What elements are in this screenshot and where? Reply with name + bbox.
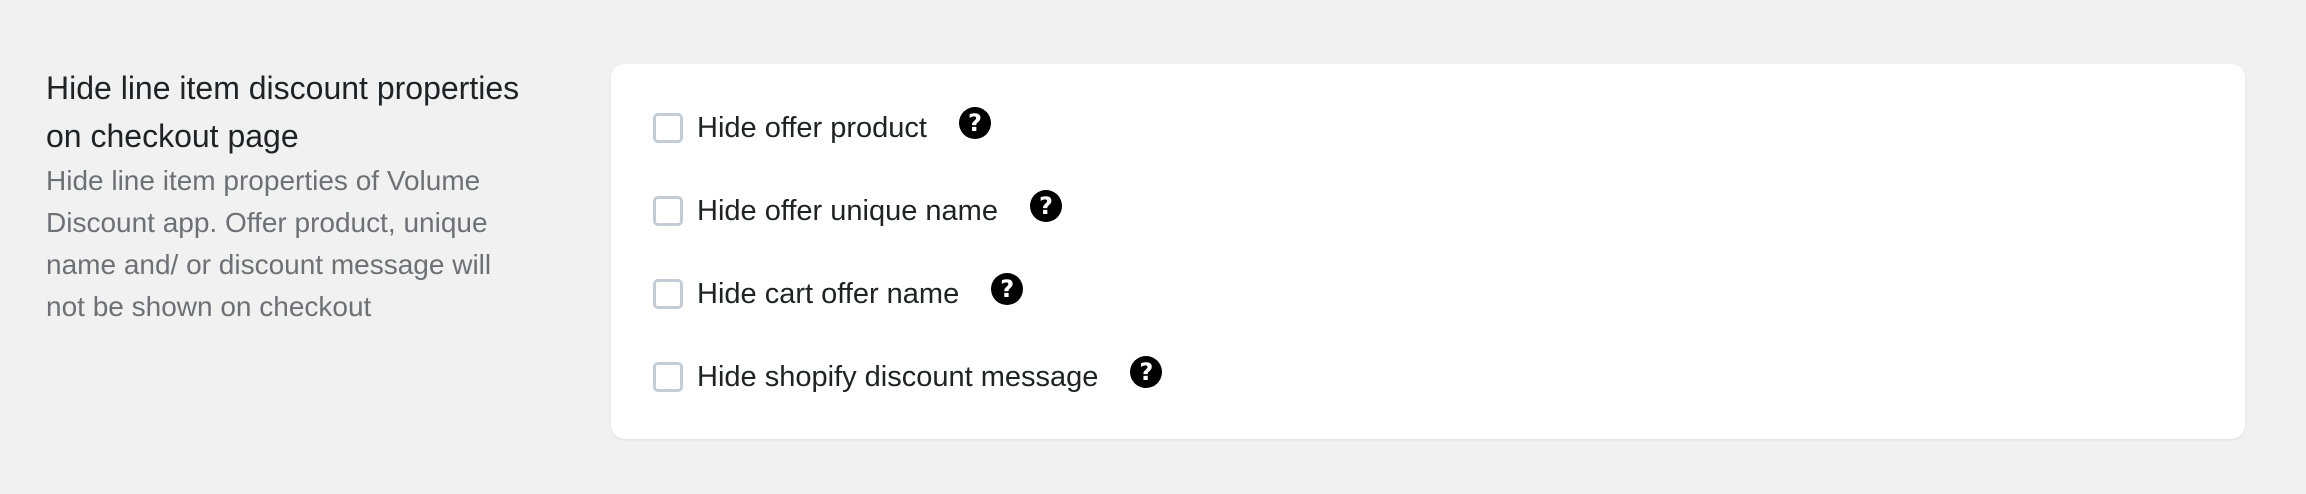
question-circle-icon[interactable]: ?: [1130, 356, 1163, 388]
section-description-line: Hide line item properties of Volume: [46, 165, 481, 196]
section-description: Hide line item properties of Volume Disc…: [46, 160, 566, 328]
section-description-line: Discount app. Offer product, unique: [46, 207, 488, 238]
options-card: Hide offer product ? Hide offer unique n…: [611, 64, 2245, 439]
hide-offer-unique-name-checkbox[interactable]: [653, 196, 683, 226]
question-circle-icon[interactable]: ?: [959, 107, 991, 139]
option-hide-offer-product[interactable]: Hide offer product ?: [653, 107, 991, 148]
hide-cart-offer-name-checkbox[interactable]: [653, 279, 683, 309]
option-label: Hide offer unique name: [697, 194, 998, 227]
option-hide-cart-offer-name[interactable]: Hide cart offer name ?: [653, 273, 1024, 314]
question-circle-icon[interactable]: ?: [1029, 190, 1062, 222]
option-hide-shopify-discount-message[interactable]: Hide shopify discount message ?: [653, 356, 1163, 397]
option-label: Hide cart offer name: [697, 277, 960, 310]
hide-offer-product-checkbox[interactable]: [653, 113, 683, 143]
section-description-line: name and/ or discount message will: [46, 249, 492, 280]
section-info: Hide line item discount properties on ch…: [46, 64, 566, 328]
option-label: Hide offer product: [697, 111, 927, 144]
section-description-line: not be shown on checkout: [46, 291, 372, 322]
section-title: Hide line item discount properties on ch…: [46, 64, 566, 160]
option-hide-offer-unique-name[interactable]: Hide offer unique name ?: [653, 190, 1062, 231]
section-title-line: on checkout page: [46, 118, 299, 154]
question-circle-icon[interactable]: ?: [991, 273, 1024, 305]
hide-shopify-discount-message-checkbox[interactable]: [653, 362, 683, 392]
section-title-line: Hide line item discount properties: [46, 70, 520, 106]
option-label: Hide shopify discount message: [697, 360, 1099, 393]
